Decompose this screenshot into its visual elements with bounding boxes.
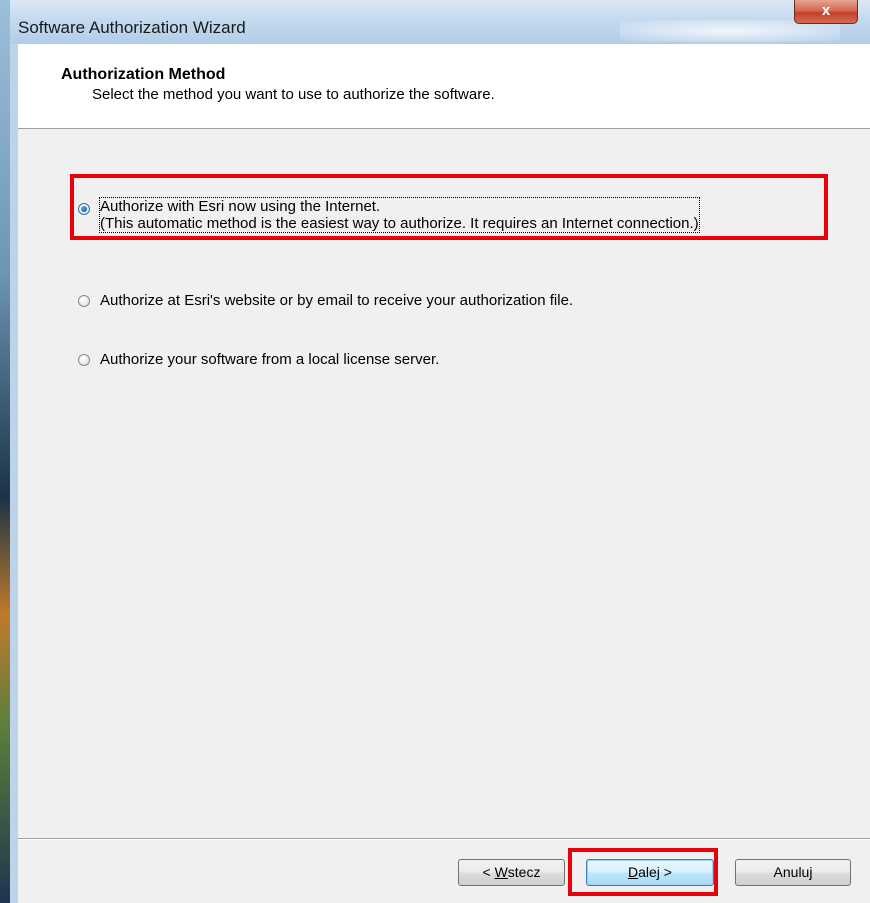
- close-button[interactable]: x: [794, 0, 858, 24]
- radio-authorize-internet[interactable]: [78, 203, 90, 215]
- cancel-button-label: Anuluj: [773, 864, 813, 880]
- next-button-mnemonic: D: [628, 864, 639, 880]
- back-button[interactable]: < Wstecz: [458, 859, 565, 886]
- title-bar[interactable]: Software Authorization Wizard x: [10, 0, 870, 44]
- option-authorize-website[interactable]: Authorize at Esri's website or by email …: [78, 292, 698, 312]
- dialog-client-area: Authorization Method Select the method y…: [18, 44, 870, 903]
- next-button[interactable]: Dalej >: [586, 859, 714, 886]
- option-authorize-internet-line1: Authorize with Esri now using the Intern…: [100, 198, 381, 215]
- radio-authorize-license-server[interactable]: [78, 354, 90, 366]
- wizard-window: Software Authorization Wizard x Authoriz…: [10, 0, 870, 903]
- footer-divider: [18, 838, 870, 840]
- next-button-label: alej >: [638, 864, 672, 880]
- back-button-mnemonic: W: [494, 864, 508, 880]
- page-subtitle: Select the method you want to use to aut…: [92, 86, 495, 103]
- option-authorize-internet-label: Authorize with Esri now using the Intern…: [99, 197, 700, 233]
- page-title: Authorization Method: [61, 66, 226, 83]
- close-icon: x: [821, 2, 831, 19]
- option-authorize-license-server[interactable]: Authorize your software from a local lic…: [78, 351, 538, 371]
- radio-authorize-website[interactable]: [78, 295, 90, 307]
- option-authorize-internet[interactable]: Authorize with Esri now using the Intern…: [78, 197, 848, 236]
- option-authorize-license-server-label: Authorize your software from a local lic…: [100, 351, 440, 368]
- back-button-prefix: <: [482, 864, 495, 880]
- window-title: Software Authorization Wizard: [18, 18, 246, 37]
- option-authorize-website-label: Authorize at Esri's website or by email …: [100, 292, 574, 309]
- wizard-header: Authorization Method Select the method y…: [18, 44, 870, 129]
- option-authorize-internet-line2: (This automatic method is the easiest wa…: [100, 215, 699, 232]
- back-button-label: stecz: [507, 864, 541, 880]
- cancel-button[interactable]: Anuluj: [735, 859, 851, 886]
